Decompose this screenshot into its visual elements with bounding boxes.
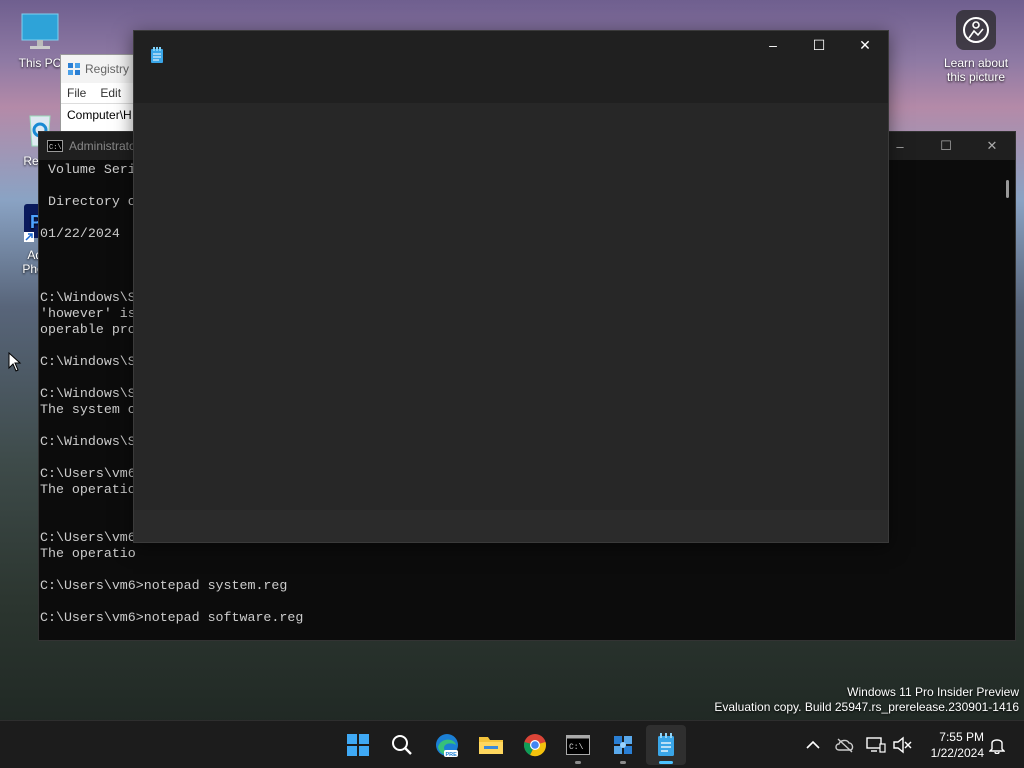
chrome-icon — [524, 734, 546, 757]
monitor-icon — [18, 12, 62, 52]
notepad-icon — [658, 733, 674, 756]
network-icon[interactable] — [864, 733, 888, 757]
onedrive-offline-icon[interactable] — [833, 733, 857, 757]
notepad-window[interactable]: – ☐ ✕ — [133, 30, 889, 543]
notepad-status-bar — [134, 510, 888, 542]
clock-date: 1/22/2024 — [930, 746, 984, 760]
desktop-icon-label: This PC — [18, 56, 62, 70]
mouse-cursor-icon — [8, 351, 22, 377]
registry-editor-title: Registry — [85, 62, 130, 76]
console-line: C:\Users\vm6>notepad system.reg — [40, 578, 288, 593]
show-hidden-icons-chevron-up-icon[interactable] — [801, 733, 825, 757]
notepad-text-area[interactable] — [134, 103, 888, 510]
running-indicator — [575, 761, 581, 764]
console-line: The operatio — [40, 546, 136, 561]
svg-text:C:\: C:\ — [49, 144, 62, 152]
notepad-icon — [150, 47, 164, 64]
svg-text:C:\: C:\ — [569, 743, 584, 752]
taskbar-search-button[interactable] — [382, 725, 422, 765]
svg-text:PRE: PRE — [446, 752, 458, 758]
clock-time: 7:55 PM — [939, 730, 984, 744]
spotlight-label: Learn about — [943, 56, 1009, 70]
menu-file[interactable]: File — [67, 86, 86, 100]
notepad-close-button[interactable]: ✕ — [842, 31, 888, 59]
notepad-titlebar[interactable]: – ☐ ✕ — [134, 31, 888, 103]
cmd-title: Administrato — [69, 139, 136, 153]
watermark-line: Windows 11 Pro Insider Preview — [847, 685, 1019, 699]
watermark-line: Evaluation copy. Build 25947.rs_prerelea… — [714, 700, 1019, 714]
camera-icon — [956, 10, 996, 50]
start-button[interactable] — [338, 725, 378, 765]
notepad-minimize-button[interactable]: – — [750, 31, 796, 59]
search-icon — [392, 735, 412, 755]
taskbar-file-explorer[interactable] — [471, 725, 511, 765]
taskbar: PRE C:\ 7:55 PM 1/22/2024 — [0, 720, 1024, 768]
taskbar-edge-beta[interactable]: PRE — [427, 725, 467, 765]
notification-bell-icon[interactable] — [985, 733, 1009, 757]
taskbar-command-prompt[interactable]: C:\ — [558, 725, 598, 765]
taskbar-registry-editor[interactable] — [603, 725, 643, 765]
terminal-icon: C:\ — [566, 735, 590, 755]
system-clock[interactable]: 7:55 PM 1/22/2024 — [931, 729, 984, 761]
taskbar-notepad[interactable] — [646, 725, 686, 765]
windows-logo-icon — [347, 734, 369, 756]
volume-muted-icon[interactable] — [890, 733, 914, 757]
notepad-maximize-button[interactable]: ☐ — [796, 31, 842, 59]
registry-icon — [67, 62, 81, 76]
cmd-close-button[interactable]: ✕ — [969, 132, 1015, 160]
edge-browser-icon: PRE — [436, 734, 458, 758]
evaluation-watermark: Windows 11 Pro Insider Preview Evaluatio… — [714, 685, 1019, 715]
cmd-maximize-button[interactable]: ☐ — [923, 132, 969, 160]
cmd-scrollbar-thumb[interactable] — [1006, 180, 1009, 198]
active-indicator — [659, 761, 673, 764]
cmd-icon: C:\ — [47, 140, 63, 152]
menu-edit[interactable]: Edit — [100, 86, 121, 100]
folder-icon — [479, 737, 503, 754]
console-line: C:\Users\vm6>notepad software.reg — [40, 610, 304, 625]
running-indicator — [620, 761, 626, 764]
spotlight-label: this picture — [946, 70, 1006, 84]
registry-editor-icon — [614, 736, 632, 754]
learn-about-picture[interactable]: Learn about this picture — [938, 10, 1014, 84]
taskbar-chrome[interactable] — [515, 725, 555, 765]
